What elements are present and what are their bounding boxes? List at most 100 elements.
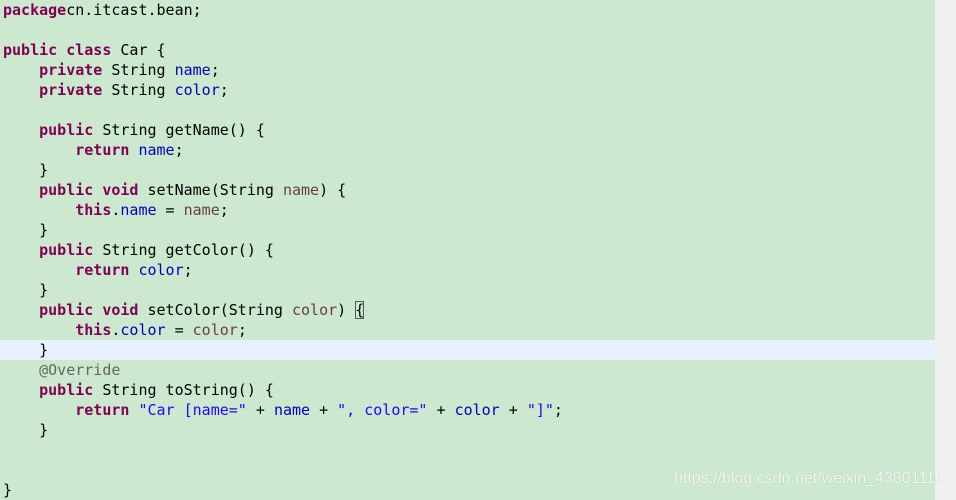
code-line[interactable]: private String name; xyxy=(0,60,935,80)
code-text: String xyxy=(102,81,175,99)
code-text: String getName() { xyxy=(93,121,265,139)
watermark: https://blog.csdn.net/weixin_43801116 xyxy=(674,470,944,487)
field-name: color xyxy=(454,401,500,419)
scrollbar-thumb[interactable] xyxy=(940,2,951,16)
keyword: void xyxy=(102,301,139,319)
keyword: public xyxy=(39,181,94,199)
code-text: = xyxy=(156,201,184,219)
annotation: @Override xyxy=(39,361,121,379)
code-text: ; xyxy=(219,201,229,219)
keyword: public xyxy=(3,41,58,59)
keyword: this xyxy=(75,321,112,339)
code-text: ; xyxy=(183,261,193,279)
keyword: return xyxy=(75,141,130,159)
code-text: + xyxy=(427,401,455,419)
code-text: ; xyxy=(174,141,184,159)
keyword: package xyxy=(3,1,67,19)
string-literal: "Car [name=" xyxy=(138,401,247,419)
code-text: } xyxy=(3,481,13,499)
parameter: color xyxy=(192,321,238,339)
code-text: Car { xyxy=(111,41,166,59)
code-text: ; xyxy=(219,81,229,99)
code-line[interactable]: public String getColor() { xyxy=(0,240,935,260)
code-line[interactable]: return name; xyxy=(0,140,935,160)
code-line[interactable]: @Override xyxy=(0,360,935,380)
code-text: ; xyxy=(237,321,247,339)
code-line[interactable]: } xyxy=(0,220,935,240)
code-text: String toString() { xyxy=(93,381,274,399)
code-line[interactable]: public void setColor(String color) { xyxy=(0,300,935,320)
keyword: public xyxy=(39,381,94,399)
code-text: ) xyxy=(337,301,356,319)
code-text: ; xyxy=(210,61,220,79)
code-line[interactable]: packagecn.itcast.bean; xyxy=(0,0,935,20)
current-code-line[interactable]: } xyxy=(0,340,935,360)
field-name: name xyxy=(120,201,157,219)
code-line[interactable]: return "Car [name=" + name + ", color=" … xyxy=(0,400,935,420)
keyword: void xyxy=(102,181,139,199)
keyword: class xyxy=(66,41,112,59)
keyword: return xyxy=(75,261,130,279)
code-line[interactable]: this.color = color; xyxy=(0,320,935,340)
code-text: String getColor() { xyxy=(93,241,274,259)
code-text: ; xyxy=(553,401,563,419)
code-line[interactable]: ​ xyxy=(0,100,935,120)
code-text: = xyxy=(165,321,193,339)
code-line[interactable]: ​ xyxy=(0,440,935,460)
keyword: private xyxy=(39,81,103,99)
string-literal: "]" xyxy=(526,401,554,419)
keyword: this xyxy=(75,201,112,219)
code-line[interactable]: return color; xyxy=(0,260,935,280)
code-text: + xyxy=(310,401,338,419)
parameter: name xyxy=(183,201,220,219)
code-text: + xyxy=(246,401,274,419)
field-name: name xyxy=(138,141,175,159)
code-line[interactable]: this.name = name; xyxy=(0,200,935,220)
field-name: color xyxy=(174,81,220,99)
code-text: + xyxy=(499,401,527,419)
code-text: } xyxy=(3,221,49,239)
code-text: } xyxy=(3,421,49,439)
code-editor[interactable]: packagecn.itcast.bean;​public class Car … xyxy=(0,0,935,500)
code-line[interactable]: public class Car { xyxy=(0,40,935,60)
code-text: } xyxy=(3,281,49,299)
code-text: ) { xyxy=(319,181,347,199)
code-line[interactable]: private String color; xyxy=(0,80,935,100)
code-text: setColor(String xyxy=(138,301,292,319)
code-line[interactable]: public void setName(String name) { xyxy=(0,180,935,200)
code-text: String xyxy=(102,61,175,79)
code-line[interactable]: } xyxy=(0,160,935,180)
code-line[interactable]: public String toString() { xyxy=(0,380,935,400)
code-text: } xyxy=(3,341,49,359)
parameter: color xyxy=(292,301,338,319)
code-line[interactable]: public String getName() { xyxy=(0,120,935,140)
keyword: return xyxy=(75,401,130,419)
field-name: name xyxy=(273,401,311,419)
code-line[interactable]: ​ xyxy=(0,20,935,40)
code-text: cn.itcast.bean; xyxy=(66,1,202,19)
string-literal: ", color=" xyxy=(337,401,428,419)
code-line[interactable]: } xyxy=(0,280,935,300)
matching-bracket: { xyxy=(355,301,365,319)
keyword: public xyxy=(39,241,94,259)
field-name: color xyxy=(138,261,184,279)
code-line[interactable]: } xyxy=(0,420,935,440)
keyword: private xyxy=(39,61,103,79)
keyword: public xyxy=(39,121,94,139)
code-text: setName(String xyxy=(138,181,283,199)
vertical-scrollbar[interactable] xyxy=(935,0,956,500)
code-text: } xyxy=(3,161,49,179)
